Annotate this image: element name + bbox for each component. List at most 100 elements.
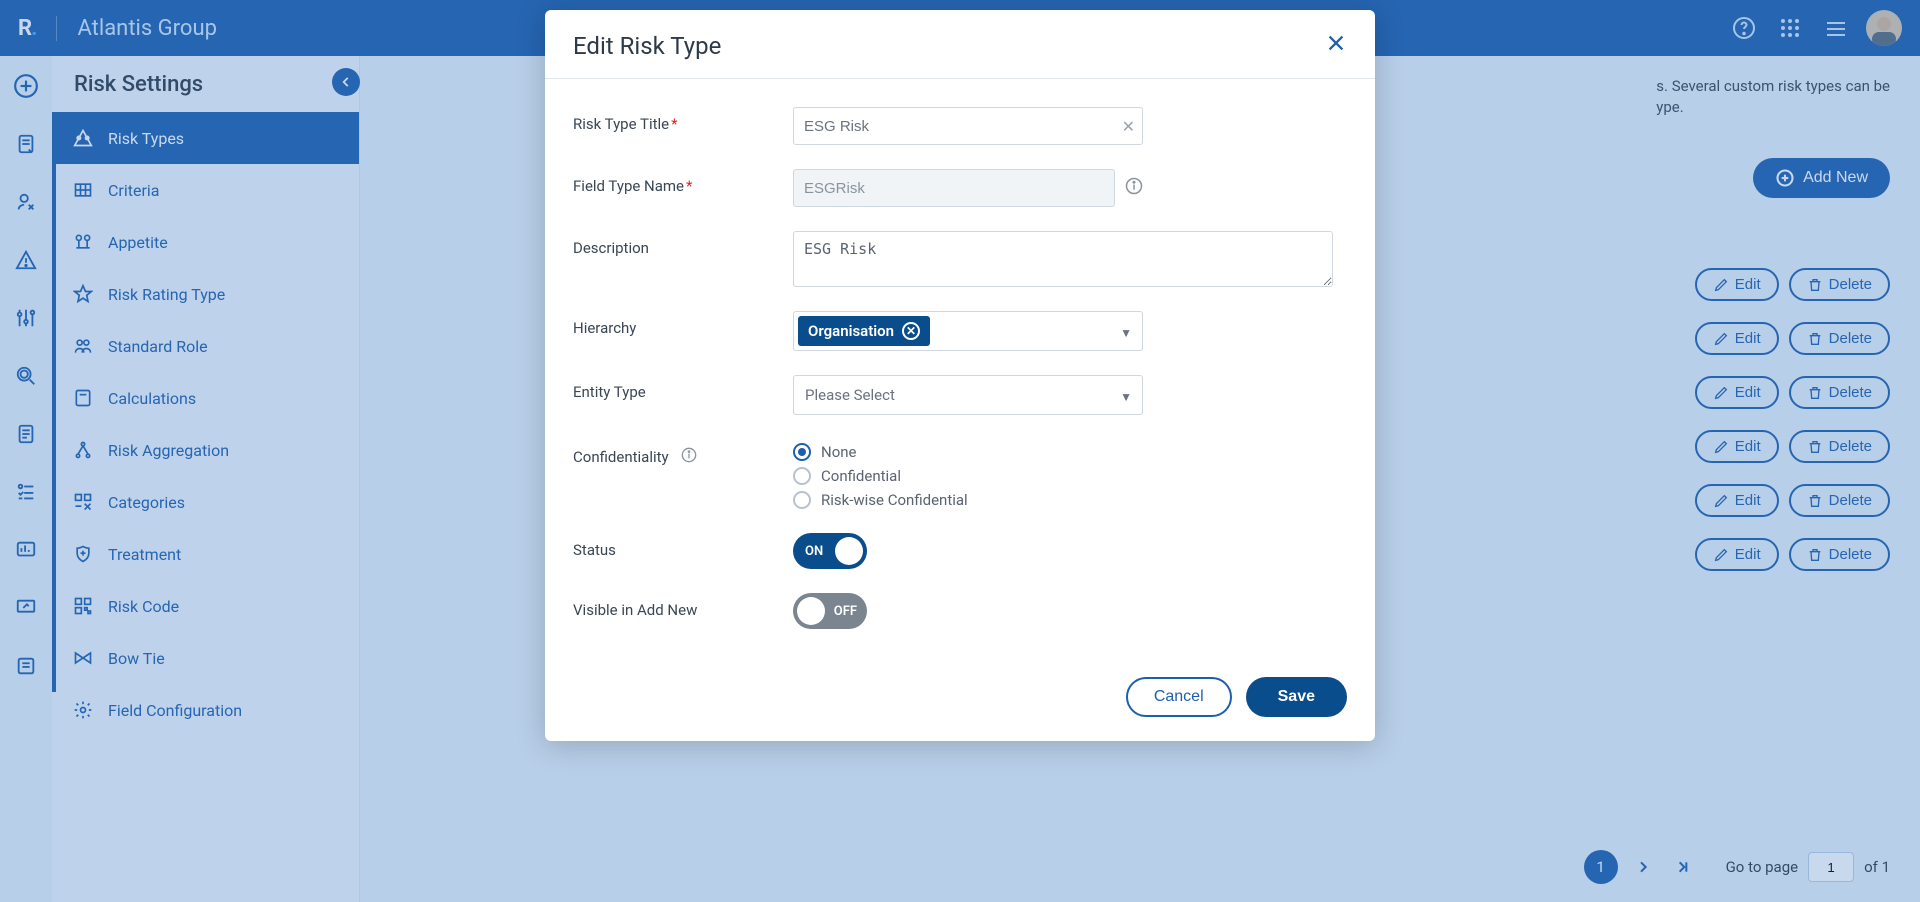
sidebar-item-field-configuration[interactable]: Field Configuration bbox=[52, 684, 359, 736]
sidebar-item-label: Risk Rating Type bbox=[108, 285, 225, 304]
criteria-icon bbox=[72, 179, 94, 201]
gear-icon bbox=[72, 699, 94, 721]
info-icon[interactable] bbox=[681, 447, 697, 467]
sidebar-item-criteria[interactable]: Criteria bbox=[52, 164, 359, 216]
status-label: Status bbox=[573, 533, 793, 559]
edit-button[interactable]: Edit bbox=[1695, 376, 1779, 409]
rail-warning-icon[interactable] bbox=[8, 242, 44, 278]
cancel-button[interactable]: Cancel bbox=[1126, 677, 1232, 717]
info-icon[interactable] bbox=[1125, 177, 1143, 199]
apps-grid-icon[interactable] bbox=[1772, 10, 1808, 46]
info-text-line2: ype. bbox=[1656, 98, 1683, 116]
collapse-sidebar-button[interactable] bbox=[332, 68, 360, 96]
sidebar-item-label: Risk Code bbox=[108, 597, 179, 616]
sidebar-item-calculations[interactable]: Calculations bbox=[52, 372, 359, 424]
sidebar-item-label: Appetite bbox=[108, 233, 168, 252]
sidebar-item-risk-types[interactable]: Risk Types bbox=[52, 112, 359, 164]
save-button[interactable]: Save bbox=[1246, 677, 1347, 717]
modal-close-button[interactable] bbox=[1325, 32, 1347, 60]
goto-page-input[interactable] bbox=[1808, 852, 1854, 882]
field-type-name-input bbox=[793, 169, 1115, 207]
sidebar-item-bow-tie[interactable]: Bow Tie bbox=[52, 632, 359, 684]
page-next-button[interactable] bbox=[1628, 852, 1658, 882]
delete-button[interactable]: Delete bbox=[1789, 484, 1890, 517]
confidentiality-label: Confidentiality bbox=[573, 439, 793, 467]
rail-search-icon[interactable] bbox=[8, 358, 44, 394]
chevron-down-icon: ▼ bbox=[1120, 390, 1132, 404]
confidentiality-confidential-radio[interactable]: Confidential bbox=[793, 467, 968, 485]
clear-input-icon[interactable]: ✕ bbox=[1122, 117, 1135, 136]
hierarchy-chip: Organisation ✕ bbox=[798, 316, 930, 346]
description-input[interactable] bbox=[793, 231, 1333, 287]
help-icon[interactable] bbox=[1726, 10, 1762, 46]
radio-icon bbox=[793, 467, 811, 485]
treatment-icon bbox=[72, 543, 94, 565]
rail-dashboard-icon[interactable] bbox=[8, 532, 44, 568]
sidebar-item-risk-aggregation[interactable]: Risk Aggregation bbox=[52, 424, 359, 476]
sidebar-item-label: Bow Tie bbox=[108, 649, 165, 668]
rail-attach-icon[interactable] bbox=[8, 648, 44, 684]
sidebar-item-risk-code[interactable]: Risk Code bbox=[52, 580, 359, 632]
delete-button[interactable]: Delete bbox=[1789, 430, 1890, 463]
rail-doc-icon[interactable] bbox=[8, 126, 44, 162]
sidebar-item-label: Field Configuration bbox=[108, 701, 242, 720]
edit-button[interactable]: Edit bbox=[1695, 538, 1779, 571]
edit-button[interactable]: Edit bbox=[1695, 484, 1779, 517]
visible-add-new-label: Visible in Add New bbox=[573, 593, 793, 619]
star-icon bbox=[72, 283, 94, 305]
rail-checklist-icon[interactable] bbox=[8, 474, 44, 510]
delete-button[interactable]: Delete bbox=[1789, 538, 1890, 571]
sidebar-item-label: Treatment bbox=[108, 545, 181, 564]
bowtie-icon bbox=[72, 647, 94, 669]
rail-add-button[interactable] bbox=[8, 68, 44, 104]
edit-button[interactable]: Edit bbox=[1695, 268, 1779, 301]
goto-page-label: Go to page bbox=[1726, 858, 1799, 876]
sidebar-item-risk-rating-type[interactable]: Risk Rating Type bbox=[52, 268, 359, 320]
confidentiality-none-radio[interactable]: None bbox=[793, 443, 968, 461]
chevron-down-icon: ▼ bbox=[1120, 326, 1132, 340]
user-avatar[interactable] bbox=[1866, 10, 1902, 46]
sidebar-item-categories[interactable]: Categories bbox=[52, 476, 359, 528]
rail-present-icon[interactable] bbox=[8, 590, 44, 626]
edit-button[interactable]: Edit bbox=[1695, 430, 1779, 463]
entity-type-label: Entity Type bbox=[573, 375, 793, 401]
delete-button[interactable]: Delete bbox=[1789, 322, 1890, 355]
delete-button[interactable]: Delete bbox=[1789, 376, 1890, 409]
status-toggle[interactable]: ON bbox=[793, 533, 867, 569]
qr-icon bbox=[72, 595, 94, 617]
sidebar-item-standard-role[interactable]: Standard Role bbox=[52, 320, 359, 372]
edit-button[interactable]: Edit bbox=[1695, 322, 1779, 355]
org-title: Atlantis Group bbox=[56, 16, 216, 41]
sidebar-item-appetite[interactable]: Appetite bbox=[52, 216, 359, 268]
chip-remove-icon[interactable]: ✕ bbox=[902, 322, 920, 340]
modal-title: Edit Risk Type bbox=[573, 32, 721, 60]
sidebar-item-label: Categories bbox=[108, 493, 185, 512]
aggregation-icon bbox=[72, 439, 94, 461]
entity-type-select[interactable]: Please Select ▼ bbox=[793, 375, 1143, 415]
add-new-button[interactable]: Add New bbox=[1753, 158, 1890, 198]
sidebar-title: Risk Settings bbox=[52, 56, 359, 112]
delete-button[interactable]: Delete bbox=[1789, 268, 1890, 301]
confidentiality-riskwise-radio[interactable]: Risk-wise Confidential bbox=[793, 491, 968, 509]
app-logo: R. bbox=[18, 16, 36, 41]
info-text-line1: s. Several custom risk types can be bbox=[1656, 77, 1890, 95]
hierarchy-select[interactable]: Organisation ✕ ▼ bbox=[793, 311, 1143, 351]
hierarchy-label: Hierarchy bbox=[573, 311, 793, 337]
page-last-button[interactable] bbox=[1668, 852, 1698, 882]
menu-icon[interactable] bbox=[1818, 10, 1854, 46]
sidebar-item-label: Standard Role bbox=[108, 337, 208, 356]
rail-user-edit-icon[interactable] bbox=[8, 184, 44, 220]
risk-type-title-label: Risk Type Title* bbox=[573, 107, 793, 133]
page-current: 1 bbox=[1584, 850, 1618, 884]
sidebar-item-treatment[interactable]: Treatment bbox=[52, 528, 359, 580]
appetite-icon bbox=[72, 231, 94, 253]
rail-notes-icon[interactable] bbox=[8, 416, 44, 452]
radio-icon bbox=[793, 443, 811, 461]
sidebar-item-label: Risk Aggregation bbox=[108, 441, 229, 460]
visible-add-new-toggle[interactable]: OFF bbox=[793, 593, 867, 629]
sidebar-item-label: Risk Types bbox=[108, 129, 184, 148]
categories-icon bbox=[72, 491, 94, 513]
risk-type-title-input[interactable] bbox=[793, 107, 1143, 145]
rail-sliders-icon[interactable] bbox=[8, 300, 44, 336]
edit-risk-type-modal: Edit Risk Type Risk Type Title* ✕ Field … bbox=[545, 10, 1375, 741]
